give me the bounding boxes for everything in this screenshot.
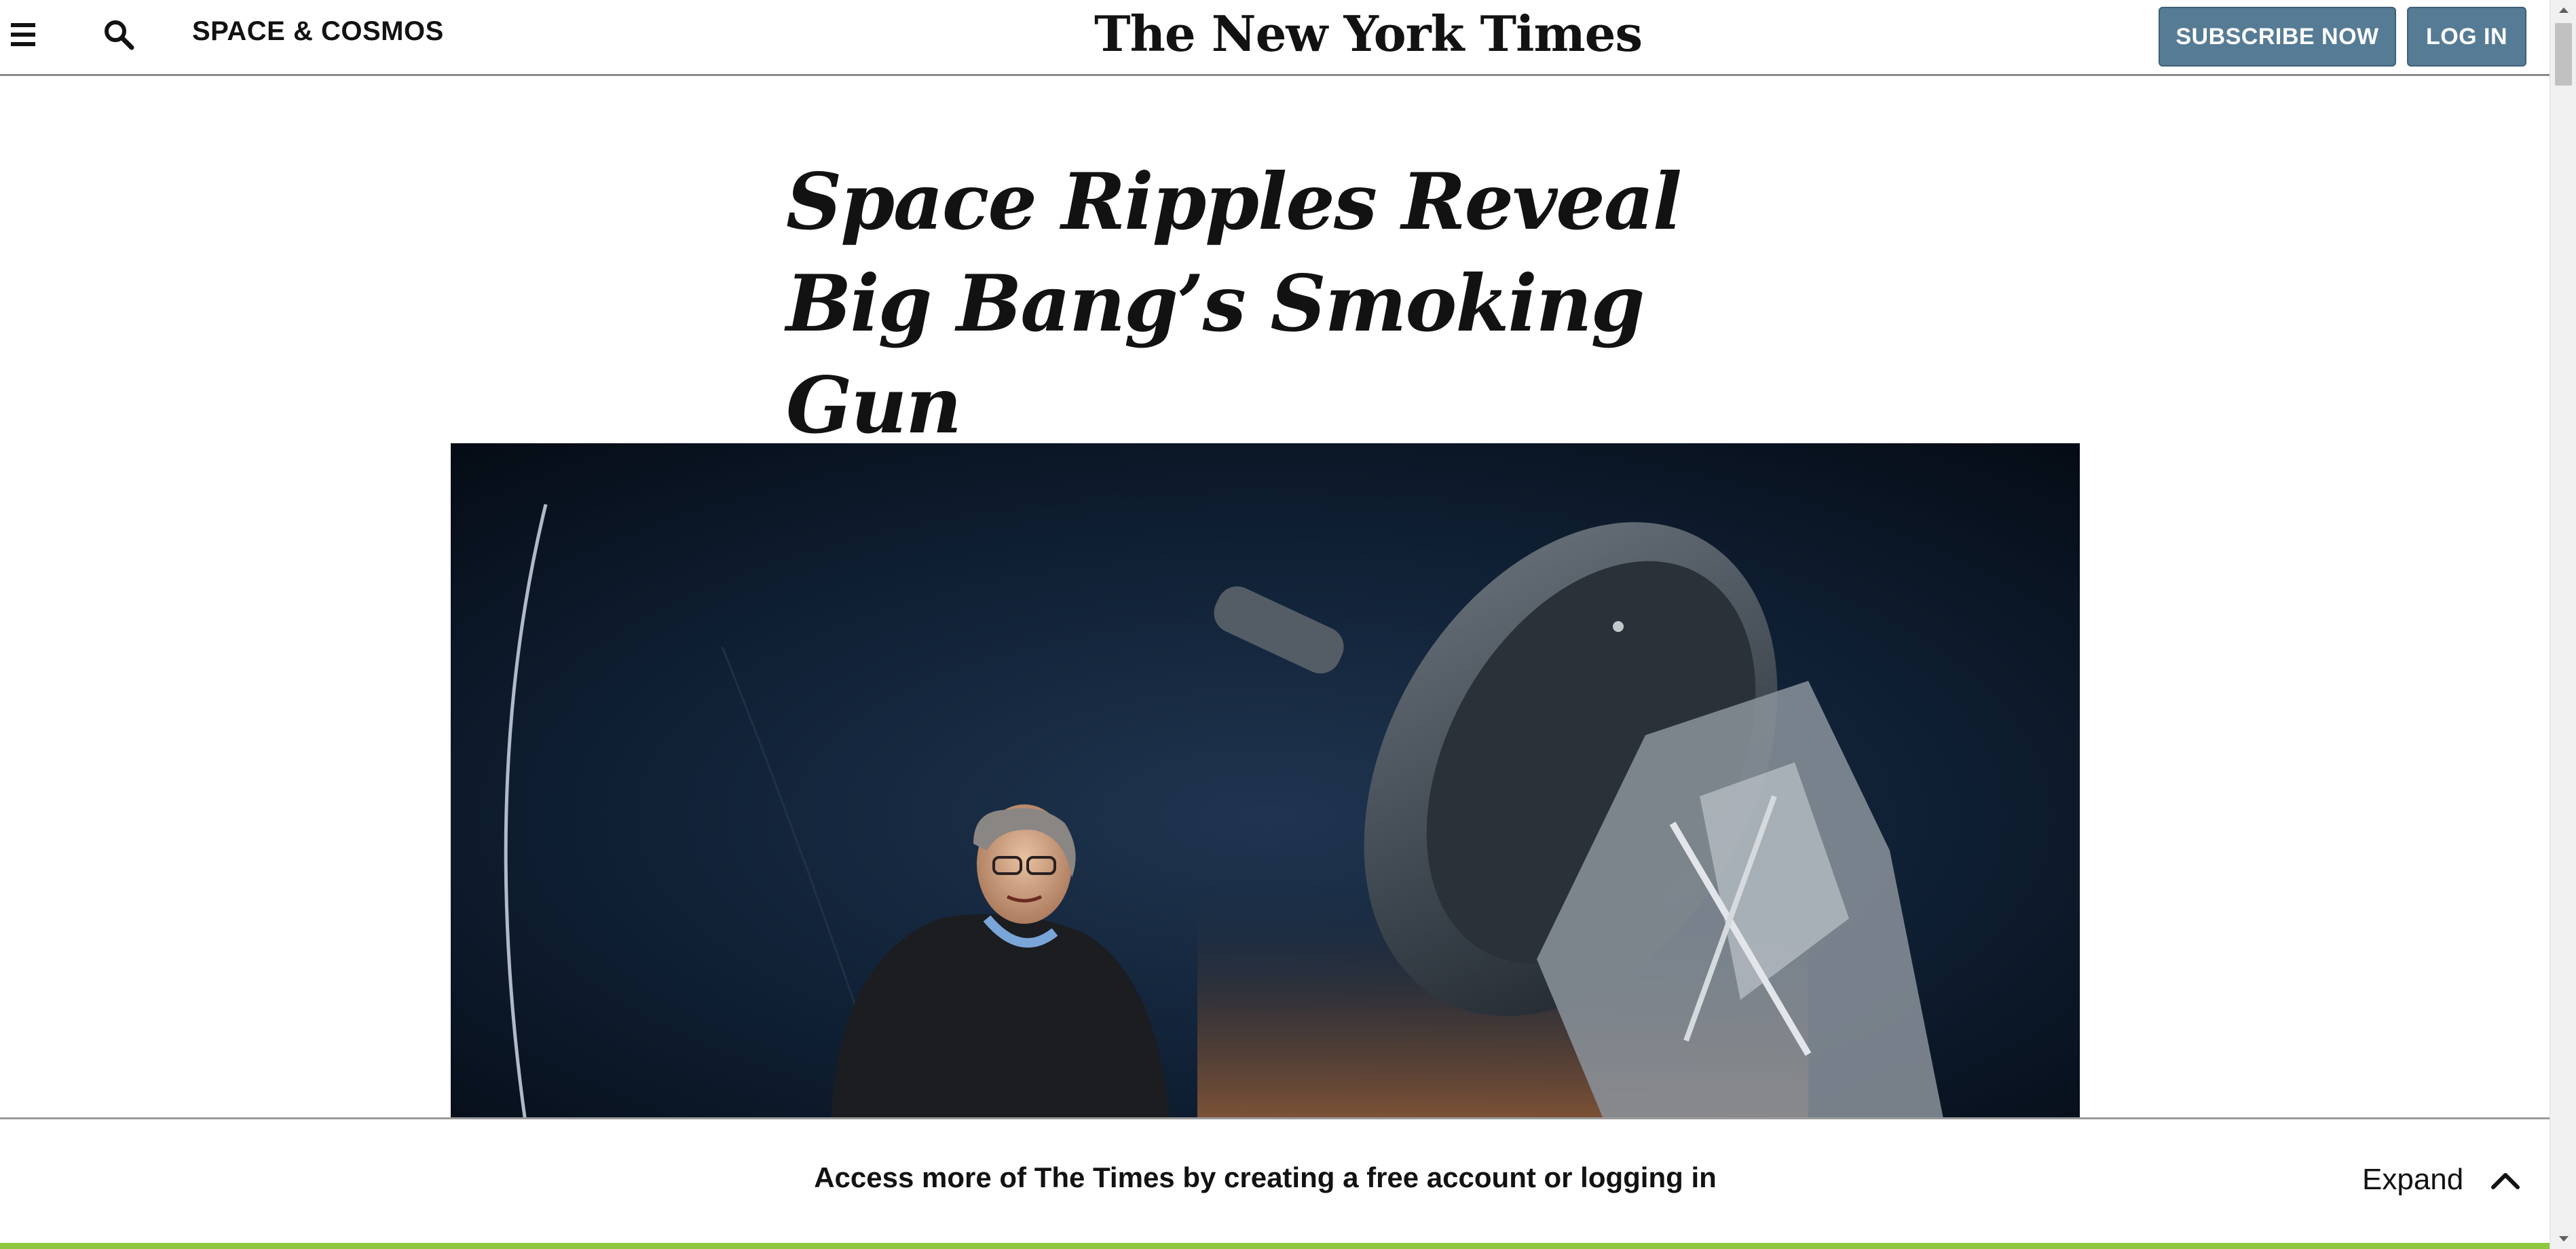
masthead: SPACE & COSMOS The New York Times SUBSCR…	[0, 0, 2550, 76]
page: SPACE & COSMOS The New York Times SUBSCR…	[0, 0, 2550, 1249]
banner-message[interactable]: Access more of The Times by creating a f…	[0, 1161, 2531, 1194]
scroll-up-arrow-icon[interactable]	[2550, 0, 2576, 20]
hero-image	[451, 443, 2080, 1122]
expand-label: Expand	[2362, 1163, 2464, 1196]
scrollbar-thumb[interactable]	[2555, 23, 2572, 86]
chevron-up-icon	[2491, 1173, 2520, 1189]
hero-image-illustration	[451, 443, 2080, 1122]
login-button[interactable]: LOG IN	[2407, 7, 2526, 67]
hamburger-menu-icon[interactable]	[11, 20, 38, 50]
scroll-down-arrow-icon[interactable]	[2550, 1229, 2576, 1249]
expand-button[interactable]: Expand	[2362, 1163, 2520, 1197]
accent-strip	[0, 1243, 2550, 1249]
registration-banner: Access more of The Times by creating a f…	[0, 1117, 2550, 1245]
nyt-logo[interactable]: The New York Times	[1094, 0, 1643, 68]
subscribe-button[interactable]: SUBSCRIBE NOW	[2159, 7, 2396, 67]
section-link[interactable]: SPACE & COSMOS	[192, 16, 444, 47]
article-headline: Space Ripples Reveal Big Bang’s Smoking …	[786, 156, 1682, 451]
search-icon[interactable]	[102, 18, 136, 52]
vertical-scrollbar[interactable]	[2550, 0, 2576, 1249]
